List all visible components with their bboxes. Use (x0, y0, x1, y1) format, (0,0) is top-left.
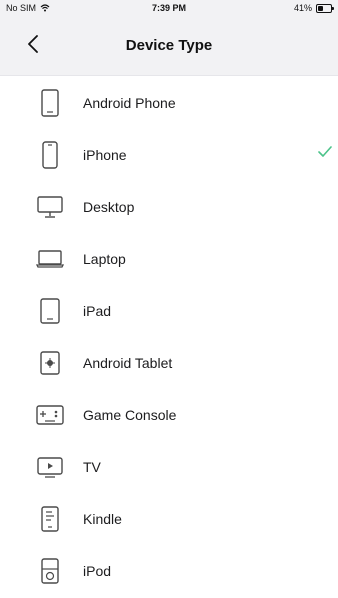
device-row-game-console[interactable]: Game Console (0, 389, 338, 441)
status-time: 7:39 PM (151, 3, 186, 13)
ipod-icon (30, 551, 70, 591)
device-label: iPhone (83, 147, 127, 163)
device-type-list: Android Phone iPhone Desktop Laptop iPad… (0, 76, 338, 598)
device-label: Laptop (83, 251, 126, 267)
device-label: Android Tablet (83, 355, 173, 371)
device-label: Kindle (83, 511, 122, 527)
device-row-android-tablet[interactable]: Android Tablet (0, 337, 338, 389)
device-label: iPad (83, 303, 112, 319)
device-label: iPod (83, 563, 112, 579)
battery-icon (316, 3, 334, 13)
desktop-icon (30, 187, 70, 227)
battery-percent: 41% (293, 3, 312, 13)
device-row-ipod[interactable]: iPod (0, 545, 338, 597)
page-title: Device Type (125, 37, 213, 54)
game-console-icon (30, 395, 70, 435)
device-label: Game Console (83, 407, 177, 423)
device-row-laptop[interactable]: Laptop (0, 233, 338, 285)
device-label: Android Phone (83, 95, 176, 111)
device-row-android-phone[interactable]: Android Phone (0, 77, 338, 129)
tv-icon (30, 447, 70, 487)
device-row-iphone[interactable]: iPhone (0, 129, 338, 181)
navigation-header: Device Type (0, 17, 338, 76)
device-label: TV (83, 459, 101, 475)
device-row-tv[interactable]: TV (0, 441, 338, 493)
laptop-icon (30, 239, 70, 279)
android-tablet-icon (30, 343, 70, 383)
status-bar: No SIM 7:39 PM 41% (0, 0, 338, 17)
kindle-icon (30, 499, 70, 539)
device-row-kindle[interactable]: Kindle (0, 493, 338, 545)
checkmark-icon (318, 146, 332, 157)
device-row-desktop[interactable]: Desktop (0, 181, 338, 233)
device-label: Desktop (83, 199, 135, 215)
status-right: 41% (293, 3, 334, 13)
device-row-ipad[interactable]: iPad (0, 285, 338, 337)
android-phone-icon (30, 83, 70, 123)
ipad-icon (30, 291, 70, 331)
iphone-icon (30, 135, 70, 175)
